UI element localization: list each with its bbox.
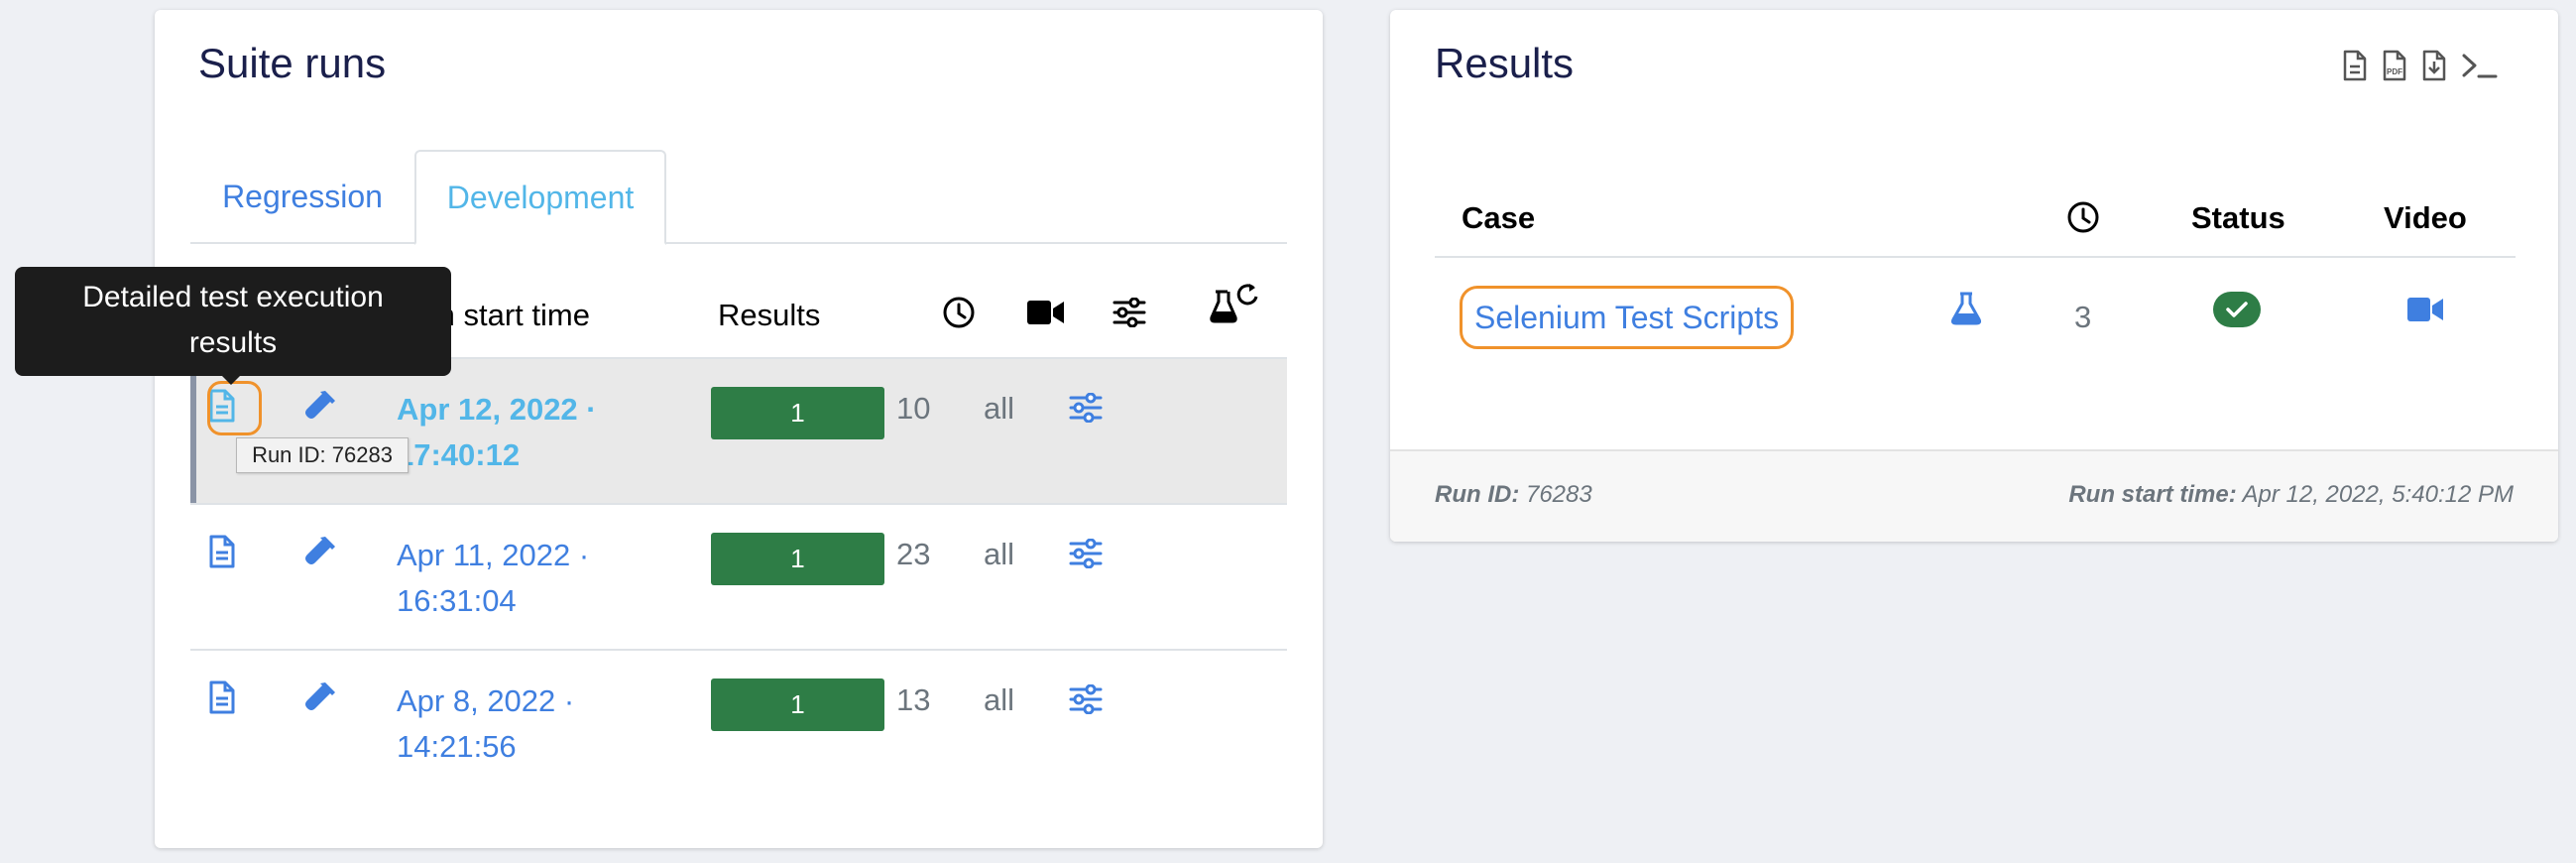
tab-regression[interactable]: Regression [190,149,414,244]
download-file-icon[interactable] [2421,50,2447,86]
table-row[interactable]: Apr 12, 2022 · 17:40:12 1 10 all [190,357,1287,503]
table-row[interactable]: Apr 11, 2022 · 16:31:04 1 23 all [190,503,1287,649]
sliders-icon[interactable] [1069,683,1103,719]
test-tube-icon[interactable] [303,680,337,719]
run-start-label: Run start time: [2068,481,2237,508]
run-date: Apr 8, 2022 · [397,683,575,718]
results-badge[interactable]: 1 [711,533,884,585]
case-link[interactable]: Selenium Test Scripts [1460,286,1795,349]
run-start-time-link[interactable]: Apr 11, 2022 · 16:31:04 [397,533,589,624]
run-start-time-link[interactable]: Apr 8, 2022 · 14:21:56 [397,678,574,770]
suite-tabs: Regression Development [190,149,1287,245]
run-id-tooltip: Run ID: 76283 [236,437,409,473]
video-camera-icon[interactable] [2407,298,2443,326]
document-icon[interactable] [2342,50,2368,86]
sliders-icon[interactable] [1069,392,1103,428]
video-value: all [984,682,1015,717]
header-case: Case [1462,200,1536,235]
run-time: 17:40:12 [397,437,521,472]
tooltip-arrow [221,375,241,385]
terminal-icon[interactable] [2461,51,2499,85]
video-value: all [984,391,1015,426]
suite-runs-card: Suite runs Regression Development Run st… [155,10,1323,848]
document-icon[interactable] [208,535,236,573]
results-card: Results PDF Case Status Video Selenium T… [1390,10,2558,542]
clock-icon [942,296,976,334]
run-id-value: 76283 [1525,481,1592,508]
test-tube-icon[interactable] [303,389,337,428]
header-video: Video [2384,200,2467,235]
run-date: Apr 12, 2022 · [397,392,597,427]
check-status-icon [2213,292,2261,332]
results-footer: Run ID: 76283 Run start time: Apr 12, 20… [1390,449,2558,542]
tooltip-line: results [188,326,278,359]
run-id-label: Run ID: [1435,481,1520,508]
sliders-icon[interactable] [1069,538,1103,573]
run-time: 14:21:56 [397,729,517,764]
sliders-icon [1112,297,1146,332]
results-title: Results [1435,40,1575,86]
run-start-value: Apr 12, 2022, 5:40:12 PM [2242,481,2514,508]
video-value: all [984,537,1015,571]
tooltip-line: Detailed test execution [82,281,384,313]
clock-icon [2066,200,2100,239]
duration-value: 10 [896,391,931,426]
run-date: Apr 11, 2022 · [397,538,590,572]
svg-text:PDF: PDF [2387,67,2402,76]
pdf-icon[interactable]: PDF [2382,50,2407,86]
duration-value: 23 [896,537,931,571]
header-status: Status [2191,200,2285,235]
test-tube-icon[interactable] [303,535,337,573]
flask-icon[interactable] [1950,292,1982,330]
flask-rerun-icon [1210,282,1261,328]
run-id-info: Run ID: 76283 [1435,481,1592,509]
tooltip: Detailed test execution results [15,267,451,376]
run-start-time-link[interactable]: Apr 12, 2022 · 17:40:12 [397,387,597,478]
divider [1435,256,2516,258]
run-time: 16:31:04 [397,583,517,618]
tab-development[interactable]: Development [414,150,666,245]
video-camera-icon [1027,300,1065,330]
results-badge[interactable]: 1 [711,678,884,731]
header-results: Results [718,298,821,332]
results-badge[interactable]: 1 [711,387,884,439]
run-start-info: Run start time: Apr 12, 2022, 5:40:12 PM [2068,481,2514,509]
export-toolbar: PDF [2342,50,2499,86]
duration-value: 13 [896,682,931,717]
suite-runs-title: Suite runs [198,40,387,86]
table-row[interactable]: Apr 8, 2022 · 14:21:56 1 13 all [190,649,1287,795]
document-icon[interactable] [208,680,236,719]
case-duration: 3 [2074,300,2092,334]
highlight-ring [207,381,262,435]
